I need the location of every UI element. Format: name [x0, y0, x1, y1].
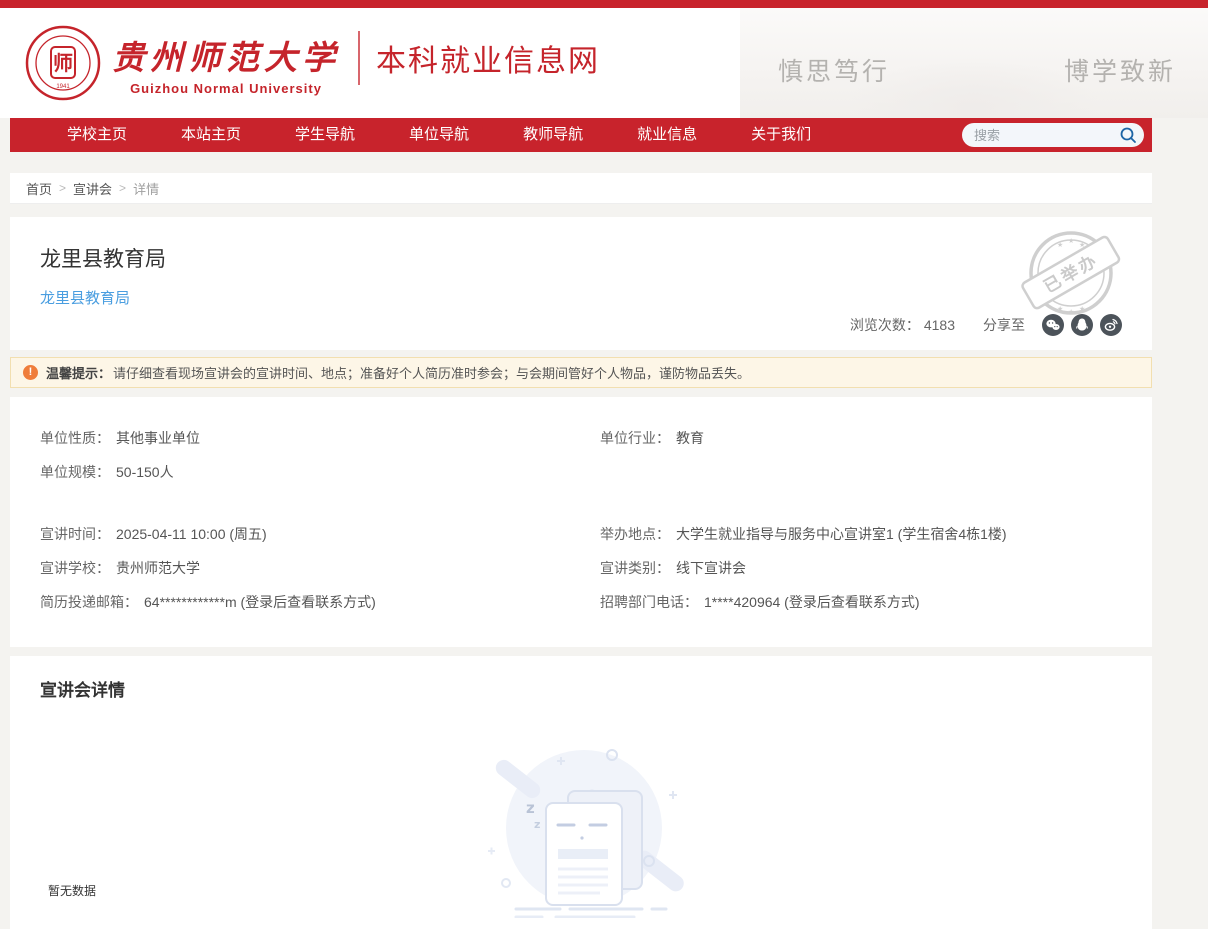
info-value: 教育 — [676, 430, 704, 446]
svg-text:z: z — [526, 799, 535, 817]
site-header: 师 1941 贵州师范大学 Guizhou Normal University … — [0, 8, 1208, 118]
campus-photo-background: 慎思笃行 博学致新 — [740, 8, 1208, 118]
held-stamp: ★ ★ ★ ★ ★ ★ 已举办 — [1016, 223, 1126, 323]
info-unit-industry: 单位行业： 教育 — [600, 421, 1122, 455]
site-name: 本科就业信息网 — [376, 36, 600, 80]
empty-data-text: 暂无数据 — [48, 882, 96, 899]
info-label: 宣讲学校： — [40, 560, 110, 576]
info-group-gap — [40, 489, 1122, 517]
seal-year: 1941 — [56, 84, 70, 90]
info-card: 单位性质： 其他事业单位 单位行业： 教育 单位规模： 50-150人 宣讲时间： 20… — [10, 397, 1152, 647]
info-value: 2025-04-11 10:00 (周五) — [116, 526, 267, 542]
info-label: 简历投递邮箱： — [40, 594, 138, 610]
breadcrumb-separator: > — [59, 181, 66, 195]
svg-text:★: ★ — [1057, 305, 1063, 313]
info-unit-size: 单位规模： 50-150人 — [40, 455, 600, 489]
main-nav: 学校主页 本站主页 学生导航 单位导航 教师导航 就业信息 关于我们 — [10, 118, 1152, 152]
nav-item-student-nav[interactable]: 学生导航 — [268, 118, 382, 152]
info-value: 线下宣讲会 — [676, 560, 746, 576]
brand-divider — [358, 31, 360, 85]
svg-text:★: ★ — [1068, 308, 1074, 316]
details-card: 宣讲会详情 z z 暂无数据 — [10, 656, 1152, 929]
info-value: 其他事业单位 — [116, 430, 200, 446]
info-unit-nature: 单位性质： 其他事业单位 — [40, 421, 600, 455]
info-presentation-time: 宣讲时间： 2025-04-11 10:00 (周五) — [40, 517, 600, 551]
info-value: 大学生就业指导与服务中心宣讲室1 (学生宿舍4栋1楼) — [676, 526, 1007, 542]
page-title: 龙里县教育局 — [40, 243, 1122, 273]
svg-text:z: z — [534, 818, 540, 831]
breadcrumb-home[interactable]: 首页 — [26, 179, 52, 198]
motto-left: 慎思笃行 — [778, 52, 890, 88]
info-resume-email: 简历投递邮箱： 64************m (登录后查看联系方式) — [40, 585, 600, 619]
search-box[interactable] — [962, 123, 1144, 147]
breadcrumb-separator: > — [119, 181, 126, 195]
tip-prefix: 温馨提示： — [46, 363, 111, 382]
university-seal-logo[interactable]: 师 1941 — [24, 24, 102, 102]
search-input[interactable] — [974, 128, 1118, 143]
nav-item-job-info[interactable]: 就业信息 — [610, 118, 724, 152]
nav-item-teacher-nav[interactable]: 教师导航 — [496, 118, 610, 152]
university-name-cn: 贵州师范大学 — [112, 31, 340, 79]
motto-right: 博学致新 — [1064, 52, 1176, 88]
details-heading: 宣讲会详情 — [40, 676, 1122, 701]
info-label: 宣讲类别： — [600, 560, 670, 576]
seal-character: 师 — [53, 51, 73, 75]
views-count: 4183 — [924, 317, 955, 333]
breadcrumb: 首页 > 宣讲会 > 详情 — [10, 173, 1152, 204]
svg-text:★: ★ — [1079, 305, 1085, 313]
info-value: 50-150人 — [116, 464, 174, 480]
tip-text: 请仔细查看现场宣讲会的宣讲时间、地点；准备好个人简历准时参会；与会期间管好个人物… — [113, 363, 750, 382]
info-category: 宣讲类别： 线下宣讲会 — [600, 551, 1122, 585]
svg-text:★: ★ — [1057, 241, 1063, 249]
nav-item-employer-nav[interactable]: 单位导航 — [382, 118, 496, 152]
info-label: 单位规模： — [40, 464, 110, 480]
info-value: 贵州师范大学 — [116, 560, 200, 576]
breadcrumb-detail: 详情 — [133, 179, 159, 198]
info-label: 招聘部门电话： — [600, 594, 698, 610]
top-accent-bar — [0, 0, 1208, 8]
meta-row: 浏览次数： 4183 分享至 — [40, 314, 1122, 336]
info-label: 宣讲时间： — [40, 526, 110, 542]
views-label: 浏览次数： — [850, 315, 920, 335]
breadcrumb-presentations[interactable]: 宣讲会 — [73, 179, 112, 198]
nav-item-about-us[interactable]: 关于我们 — [724, 118, 838, 152]
info-value: 1****420964 (登录后查看联系方式) — [704, 594, 920, 610]
company-link[interactable]: 龙里县教育局 — [40, 287, 130, 308]
exclamation-circle-icon: ! — [23, 365, 38, 380]
info-contact-phone: 招聘部门电话： 1****420964 (登录后查看联系方式) — [600, 585, 1122, 619]
magnifier-icon[interactable] — [1118, 125, 1138, 145]
info-school: 宣讲学校： 贵州师范大学 — [40, 551, 600, 585]
info-empty-cell — [600, 455, 1122, 489]
nav-item-school-home[interactable]: 学校主页 — [40, 118, 154, 152]
university-name-en: Guizhou Normal University — [130, 81, 322, 96]
university-brand[interactable]: 贵州师范大学 Guizhou Normal University — [112, 31, 340, 96]
info-label: 单位行业： — [600, 430, 670, 446]
info-label: 单位性质： — [40, 430, 110, 446]
info-value: 64************m (登录后查看联系方式) — [144, 594, 376, 610]
info-label: 举办地点： — [600, 526, 670, 542]
tip-bar: ! 温馨提示： 请仔细查看现场宣讲会的宣讲时间、地点；准备好个人简历准时参会；与… — [10, 357, 1152, 388]
title-card: 龙里县教育局 龙里县教育局 ★ ★ ★ ★ ★ ★ 已举办 浏览次数： 4183… — [10, 217, 1152, 350]
svg-text:★: ★ — [1068, 237, 1074, 245]
info-venue: 举办地点： 大学生就业指导与服务中心宣讲室1 (学生宿舍4栋1楼) — [600, 517, 1122, 551]
sleeping-documents-illustration: z z — [464, 743, 699, 918]
nav-item-site-home[interactable]: 本站主页 — [154, 118, 268, 152]
